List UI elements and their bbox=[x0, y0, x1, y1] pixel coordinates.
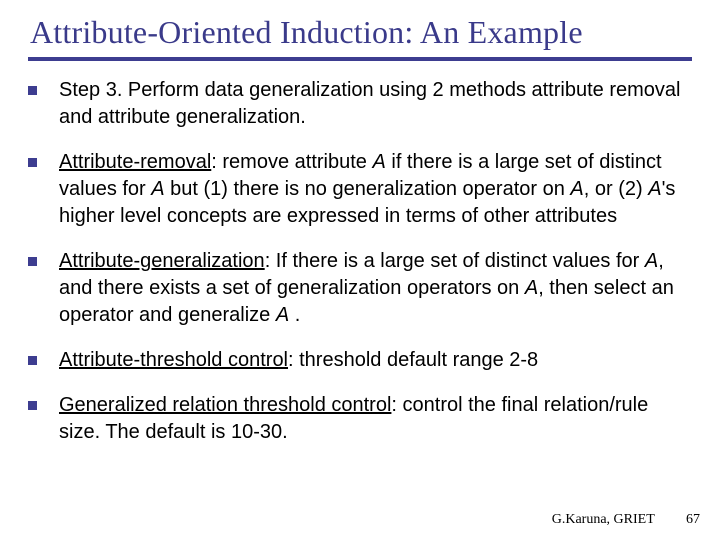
t: , or (2) bbox=[584, 178, 648, 200]
var-a: A bbox=[648, 178, 661, 200]
square-bullet-icon bbox=[28, 86, 37, 95]
var-a: A bbox=[570, 178, 583, 200]
bullet-text-plain: Step 3. Perform data generalization usin… bbox=[59, 79, 680, 128]
bullet-text: Attribute-removal: remove attribute A if… bbox=[59, 149, 692, 230]
t: : If there is a large set of distinct va… bbox=[265, 250, 645, 272]
square-bullet-icon bbox=[28, 158, 37, 167]
square-bullet-icon bbox=[28, 356, 37, 365]
slide-title: Attribute-Oriented Induction: An Example bbox=[0, 0, 720, 51]
bullet-heading: Generalized relation threshold control bbox=[59, 394, 391, 416]
square-bullet-icon bbox=[28, 257, 37, 266]
var-a: A bbox=[525, 277, 538, 299]
slide-footer: G.Karuna, GRIET 67 bbox=[552, 512, 700, 528]
square-bullet-icon bbox=[28, 401, 37, 410]
var-a: A bbox=[645, 250, 658, 272]
t: : remove attribute bbox=[211, 151, 372, 173]
var-a: A bbox=[151, 178, 164, 200]
var-a: A bbox=[372, 151, 385, 173]
footer-author: G.Karuna, GRIET bbox=[552, 512, 655, 527]
bullet-item: Generalized relation threshold control: … bbox=[28, 392, 692, 446]
var-a: A bbox=[276, 304, 289, 326]
slide: Attribute-Oriented Induction: An Example… bbox=[0, 0, 720, 540]
bullet-text-plain: : threshold default range 2-8 bbox=[288, 349, 538, 371]
bullet-item: Attribute-generalization: If there is a … bbox=[28, 248, 692, 329]
page-number: 67 bbox=[686, 512, 700, 528]
t: but (1) there is no generalization opera… bbox=[165, 178, 571, 200]
bullet-text: Attribute-threshold control: threshold d… bbox=[59, 347, 692, 374]
bullet-text: Attribute-generalization: If there is a … bbox=[59, 248, 692, 329]
bullet-heading: Attribute-removal bbox=[59, 151, 211, 173]
bullet-heading: Attribute-generalization bbox=[59, 250, 265, 272]
bullet-text: Generalized relation threshold control: … bbox=[59, 392, 692, 446]
bullet-text: Step 3. Perform data generalization usin… bbox=[59, 77, 692, 131]
bullet-item: Attribute-removal: remove attribute A if… bbox=[28, 149, 692, 230]
content-area: Step 3. Perform data generalization usin… bbox=[0, 61, 720, 446]
bullet-heading: Attribute-threshold control bbox=[59, 349, 288, 371]
bullet-item: Step 3. Perform data generalization usin… bbox=[28, 77, 692, 131]
t: . bbox=[289, 304, 300, 326]
bullet-item: Attribute-threshold control: threshold d… bbox=[28, 347, 692, 374]
